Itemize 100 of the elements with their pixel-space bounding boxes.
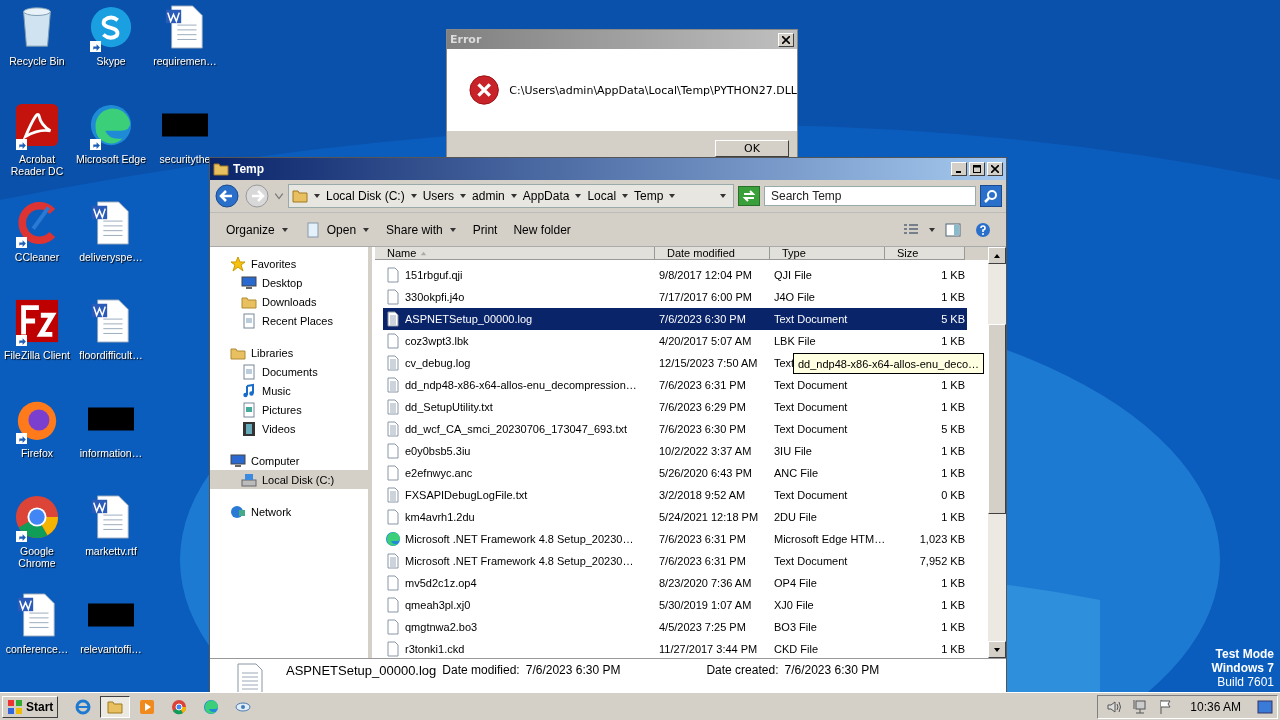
file-row[interactable]: e2efnwyc.anc 5/26/2020 6:43 PM ANC File 1 KB <box>383 462 967 484</box>
ok-button[interactable]: OK <box>715 140 789 157</box>
column-header[interactable]: Size <box>885 247 965 260</box>
desktop-icon-label[interactable]: Microsoft Edge <box>76 153 146 165</box>
date-cell-text: 5/24/2021 12:18 PM <box>658 511 760 523</box>
size-cell-text: 1 KB <box>940 467 966 479</box>
caret-icon[interactable] <box>928 225 936 234</box>
desktop-icon-label[interactable]: securitythe <box>159 153 211 165</box>
caret-icon[interactable] <box>313 192 321 200</box>
file-row[interactable]: dd_SetupUtility.txt 7/6/2023 6:29 PM Text Document 1 KB <box>383 396 967 418</box>
desktop-icon-label[interactable]: markettv.rtf <box>85 545 137 557</box>
nav-item[interactable]: Pictures <box>210 400 368 419</box>
chevron-down-icon[interactable] <box>274 191 284 201</box>
desktop-icon-label[interactable]: Google Chrome <box>1 545 73 569</box>
refresh-button[interactable] <box>738 186 760 206</box>
file-row[interactable]: 330okpfi.j4o 7/17/2017 6:00 PM J4O File 1 KB <box>383 286 967 308</box>
edge-icon <box>88 102 134 148</box>
scrollbar[interactable] <box>988 247 1006 658</box>
file-row[interactable]: FXSAPIDebugLogFile.txt 3/2/2018 9:52 AM Text Document 0 KB <box>383 484 967 506</box>
desktop-icon-label[interactable]: Acrobat Reader DC <box>1 153 73 177</box>
back-button[interactable] <box>214 183 240 209</box>
nav-item[interactable]: Music <box>210 381 368 400</box>
desktop-icon-label[interactable]: FileZilla Client <box>4 349 70 361</box>
desktop-icon-label[interactable]: Skype <box>96 55 126 67</box>
maximize-icon <box>973 165 981 173</box>
caret-icon[interactable] <box>668 192 677 200</box>
file-row[interactable]: qmeah3pl.xj0 5/30/2019 1:07 AM XJ0 File 1 KB <box>383 594 967 616</box>
caret-icon[interactable] <box>509 192 518 200</box>
desktop-icon-label[interactable]: requiremen… <box>153 55 217 67</box>
column-header[interactable]: Name <box>375 247 655 260</box>
computer-icon <box>230 452 246 469</box>
breadcrumb-item[interactable]: Local Disk (C:) <box>326 189 405 203</box>
caret-icon[interactable] <box>459 192 468 200</box>
column-header[interactable]: Type <box>770 247 885 260</box>
toolbar-button[interactable]: Print <box>466 219 504 240</box>
file-name: e2efnwyc.anc <box>405 467 473 479</box>
breadcrumb-item[interactable]: AppData <box>522 189 570 203</box>
toolbar-button[interactable]: Organize <box>220 219 295 240</box>
breadcrumb-item[interactable]: Users <box>422 189 455 203</box>
folder-icon <box>292 188 308 204</box>
toolbar-button[interactable]: Open <box>298 218 377 241</box>
column-header[interactable]: Date modified <box>655 247 770 260</box>
network-icon[interactable] <box>1132 698 1149 715</box>
desktop-icon-label[interactable]: conference… <box>5 643 69 655</box>
desktop-icon-label[interactable]: floordifficult… <box>79 349 143 361</box>
address-bar[interactable]: Local Disk (C:) Users admin AppData Local Temp <box>288 184 734 208</box>
nav-item[interactable]: Desktop <box>210 273 368 292</box>
desktop-icon-label[interactable]: Recycle Bin <box>9 55 65 67</box>
caret-icon[interactable] <box>719 192 727 200</box>
close-button[interactable] <box>987 162 1003 176</box>
file-row[interactable]: coz3wpt3.lbk 4/20/2017 5:07 AM LBK File 1 KB <box>383 330 967 352</box>
nav-item[interactable]: Documents <box>210 362 368 381</box>
nav-item[interactable]: Local Disk (C:) <box>210 470 368 489</box>
file-row[interactable]: Microsoft .NET Framework 4.8 Setup_20230… 7/6/2023 6:31 PM Microsoft Edge HTM… 1,023 KB <box>383 528 967 550</box>
caret-icon[interactable] <box>621 192 630 200</box>
nav-item[interactable]: Recent Places <box>210 311 368 330</box>
nav-item[interactable]: Videos <box>210 419 368 438</box>
clock[interactable]: 10:36 AM <box>1190 699 1241 714</box>
caret-icon[interactable] <box>409 192 418 200</box>
text-file-icon <box>385 553 401 569</box>
nav-item[interactable]: Network <box>210 502 368 521</box>
file-row[interactable]: qmgtnwa2.bo3 4/5/2023 7:25 PM BO3 File 1 KB <box>383 616 967 638</box>
desktop-icon-label[interactable]: deliveryspe… <box>79 251 143 263</box>
start-button[interactable]: Start <box>2 695 59 718</box>
toolbar-button[interactable]: Share with <box>380 219 463 240</box>
file-row[interactable]: 151rbguf.qji 9/8/2017 12:04 PM QJI File 1 KB <box>383 264 967 286</box>
show-desktop-icon[interactable] <box>1257 698 1273 715</box>
breadcrumb-item[interactable]: admin <box>472 189 505 203</box>
caret-icon[interactable] <box>574 192 583 200</box>
file-row[interactable]: mv5d2c1z.op4 8/23/2020 7:36 AM OP4 File 1 KB <box>383 572 967 594</box>
refresh-icon <box>741 188 757 204</box>
search-field[interactable]: Search Temp <box>764 186 976 206</box>
toolbar-button[interactable]: New folder <box>507 219 577 240</box>
file-row[interactable]: dd_wcf_CA_smci_20230706_173047_693.txt 7/6/2023 6:30 PM Text Document 5 KB <box>383 418 967 440</box>
desktop-icon-label[interactable]: Firefox <box>20 447 54 459</box>
minimize-button[interactable] <box>951 162 967 176</box>
desktop-icon-label[interactable]: CCleaner <box>14 251 60 263</box>
search-button[interactable] <box>980 185 1002 207</box>
breadcrumb-item[interactable]: Local <box>587 189 617 203</box>
size-cell-text: 1 KB <box>940 577 966 589</box>
desktop-icon-label[interactable]: information… <box>79 447 143 459</box>
file-row[interactable]: r3tonki1.ckd 11/27/2017 3:44 PM CKD File 1 KB <box>383 638 967 658</box>
speaker-icon[interactable] <box>1106 698 1123 715</box>
file-row[interactable]: dd_ndp48-x86-x64-allos-enu_decompression… 7/6/2023 6:31 PM Text Document 1 KB <box>383 374 967 396</box>
close-button[interactable] <box>778 32 794 47</box>
date-cell-text: 7/6/2023 6:31 PM <box>658 555 747 567</box>
scroll-down-icon[interactable] <box>993 645 1001 654</box>
taskbar-button[interactable] <box>100 695 131 718</box>
nav-item[interactable]: Downloads <box>210 292 368 311</box>
file-name: r3tonki1.ckd <box>405 643 465 655</box>
nav-item[interactable]: Computer <box>210 451 368 470</box>
file-row[interactable]: km4avrh1.2du 5/24/2021 12:18 PM 2DU File 1 KB <box>383 506 967 528</box>
file-row[interactable]: ASPNETSetup_00000.log 7/6/2023 6:30 PM Text Document 5 KB <box>383 308 967 330</box>
breadcrumb-item[interactable]: Temp <box>634 189 664 203</box>
file-row[interactable]: Microsoft .NET Framework 4.8 Setup_20230… 7/6/2023 6:31 PM Text Document 7,952 KB <box>383 550 967 572</box>
nav-item[interactable]: Favorites <box>210 254 368 273</box>
desktop-icon-label[interactable]: relevantoffi… <box>80 643 142 655</box>
file-row[interactable]: e0y0bsb5.3iu 10/2/2022 3:37 AM 3IU File 1 KB <box>383 440 967 462</box>
nav-item[interactable]: Libraries <box>210 343 368 362</box>
maximize-button[interactable] <box>969 162 985 176</box>
